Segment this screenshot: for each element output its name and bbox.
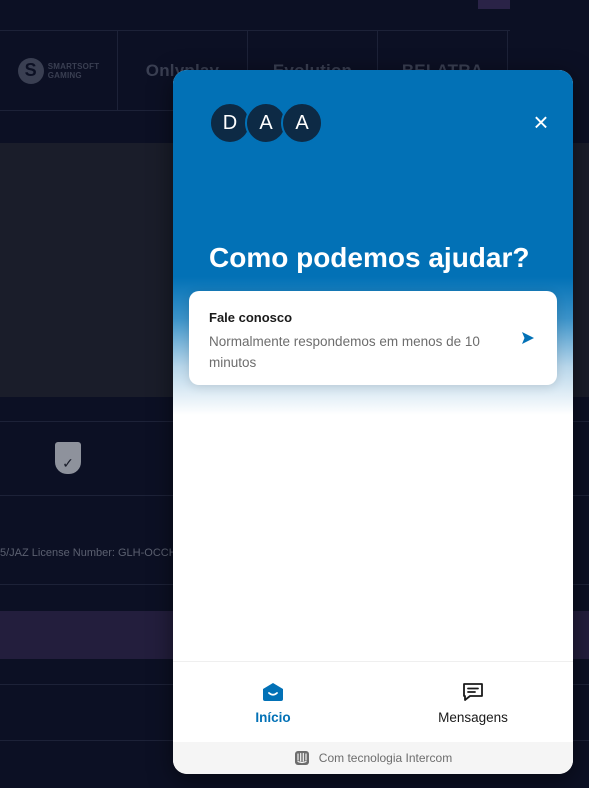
smartsoft-line2: GAMING xyxy=(47,70,82,80)
shield-badge-icon: ✓ xyxy=(55,442,81,474)
powered-by-footer[interactable]: Com tecnologia Intercom xyxy=(173,742,573,774)
contact-us-card[interactable]: Fale conosco Normalmente respondemos em … xyxy=(189,291,557,385)
provider-smartsoft[interactable]: S SMARTSOFT GAMING xyxy=(0,31,118,110)
nav-home-label: Início xyxy=(255,710,291,725)
intercom-logo-icon xyxy=(294,751,309,765)
home-icon xyxy=(263,683,283,701)
smartsoft-logo-icon: S xyxy=(17,57,44,84)
nav-home[interactable]: Início xyxy=(173,662,373,742)
close-icon[interactable]: × xyxy=(527,109,555,138)
messages-icon xyxy=(463,683,483,701)
bottom-nav: Início Mensagens xyxy=(173,661,573,742)
team-avatars: D A A xyxy=(209,102,323,144)
messenger-widget: D A A × Como podemos ajudar? Fale conosc… xyxy=(173,70,573,774)
smartsoft-line1: SMARTSOFT xyxy=(47,61,100,71)
license-text: 5/JAZ License Number: GLH-OCCH xyxy=(0,547,177,559)
avatar: A xyxy=(281,102,323,144)
nav-messages-label: Mensagens xyxy=(438,710,508,725)
nav-messages[interactable]: Mensagens xyxy=(373,662,573,742)
contact-card-title: Fale conosco xyxy=(209,310,293,325)
top-tab xyxy=(478,0,510,9)
contact-card-subtitle: Normalmente respondemos em menos de 10 m… xyxy=(209,334,480,370)
footer-text: Com tecnologia Intercom xyxy=(318,751,453,765)
widget-headline: Como podemos ajudar? xyxy=(209,242,530,273)
send-arrow-icon xyxy=(522,332,534,344)
